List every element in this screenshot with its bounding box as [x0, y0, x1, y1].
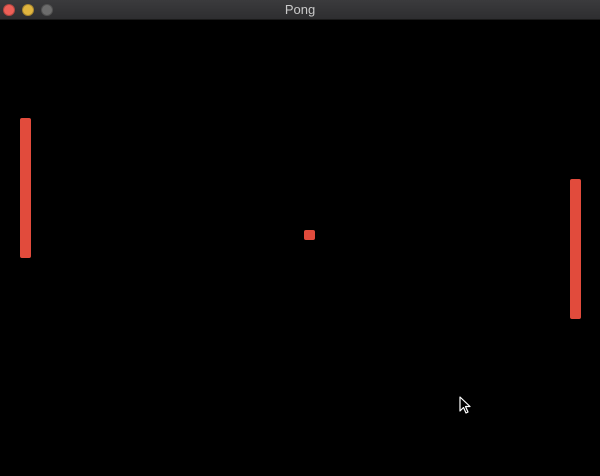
app-window: Pong: [0, 0, 600, 476]
arrow-cursor-icon: [459, 396, 471, 414]
game-canvas[interactable]: [0, 20, 600, 476]
right-paddle: [570, 179, 581, 319]
window-title: Pong: [284, 2, 316, 17]
title-bar[interactable]: Pong: [0, 0, 600, 20]
left-paddle: [20, 118, 31, 258]
ball: [304, 230, 315, 240]
